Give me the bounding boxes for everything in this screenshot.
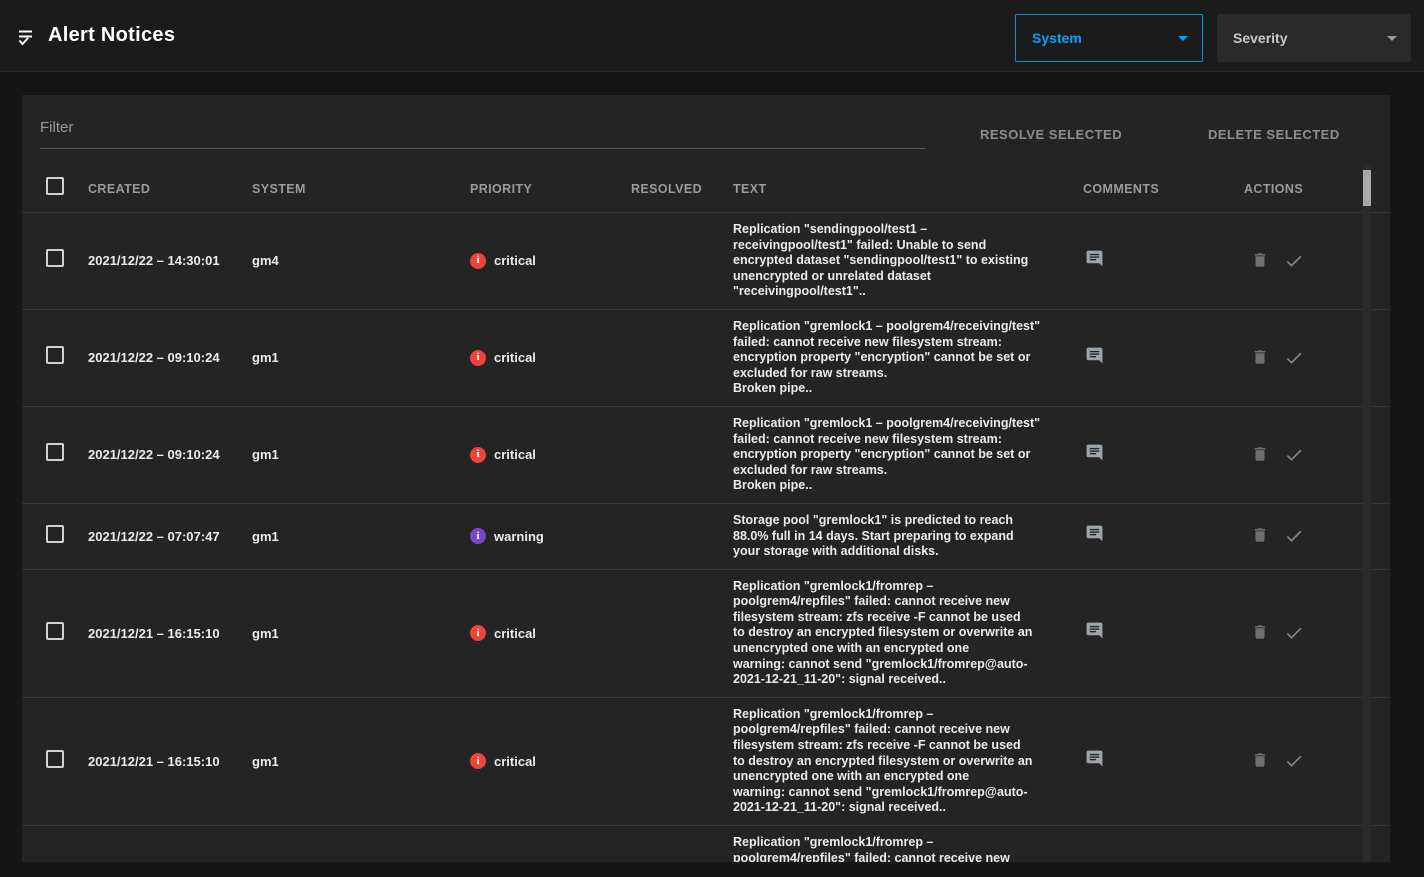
- cell-system: gm1: [252, 350, 279, 366]
- cell-created: 2021/12/22 – 09:10:24: [88, 350, 220, 366]
- alerts-card: RESOLVE SELECTED DELETE SELECTED CREATED…: [22, 95, 1390, 862]
- delete-icon[interactable]: [1251, 526, 1269, 546]
- delete-icon[interactable]: [1251, 348, 1269, 368]
- row-checkbox[interactable]: [46, 621, 64, 640]
- resolve-check-icon[interactable]: [1284, 445, 1304, 465]
- scrollbar-thumb[interactable]: [1363, 170, 1371, 206]
- header-resolved: RESOLVED: [631, 181, 703, 196]
- priority-label: critical: [494, 625, 536, 641]
- scrollbar-track: [1363, 165, 1371, 862]
- header-created: CREATED: [88, 181, 151, 196]
- delete-icon[interactable]: [1251, 251, 1269, 271]
- delete-selected-button[interactable]: DELETE SELECTED: [1208, 127, 1340, 142]
- cell-priority: critical: [470, 625, 631, 642]
- cell-system: gm1: [252, 528, 279, 544]
- table-row: 2021/12/21 – 16:15:10 gm1 critical Repli…: [22, 698, 1390, 826]
- chevron-down-icon: [1387, 35, 1397, 41]
- priority-info-icon: [470, 753, 486, 770]
- topbar: Alert Notices System Severity: [0, 0, 1424, 72]
- cell-text: Replication "gremlock1 – poolgrem4/recei…: [733, 415, 1041, 493]
- resolve-check-icon[interactable]: [1284, 623, 1304, 643]
- cell-text: Replication "gremlock1/fromrep – poolgre…: [733, 578, 1033, 687]
- header-comments: COMMENTS: [1083, 181, 1160, 196]
- header-text: TEXT: [733, 181, 767, 196]
- alert-list-icon: [16, 25, 40, 49]
- priority-label: warning: [494, 528, 544, 544]
- cell-text: Replication "gremlock1 – poolgrem4/recei…: [733, 318, 1041, 396]
- resolve-check-icon[interactable]: [1284, 251, 1304, 271]
- cell-created: 2021/12/21 – 16:15:10: [88, 753, 220, 769]
- page-title: Alert Notices: [48, 24, 176, 46]
- select-all-checkbox[interactable]: [46, 177, 64, 195]
- table-row: 2021/12/21 – 16:15:10 gm1 critical Repli…: [22, 826, 1390, 862]
- table-body: 2021/12/22 – 14:30:01 gm4 critical Repli…: [22, 213, 1390, 862]
- cell-priority: critical: [470, 753, 631, 770]
- delete-icon[interactable]: [1251, 751, 1269, 771]
- resolve-check-icon[interactable]: [1284, 526, 1304, 546]
- row-checkbox[interactable]: [46, 249, 64, 268]
- cell-priority: critical: [470, 349, 631, 366]
- resolve-check-icon[interactable]: [1284, 348, 1304, 368]
- cell-system: gm1: [252, 753, 279, 769]
- cell-system: gm1: [252, 625, 279, 641]
- filter-input[interactable]: [40, 113, 926, 149]
- priority-info-icon: [470, 252, 486, 269]
- cell-created: 2021/12/22 – 07:07:47: [88, 528, 220, 544]
- row-checkbox[interactable]: [46, 524, 64, 543]
- table-row: 2021/12/21 – 16:15:10 gm1 critical Repli…: [22, 570, 1390, 698]
- priority-label: critical: [494, 753, 536, 769]
- comment-icon[interactable]: [1085, 621, 1104, 640]
- priority-info-icon: [470, 446, 486, 463]
- comment-icon[interactable]: [1085, 443, 1104, 462]
- comment-icon[interactable]: [1085, 524, 1104, 543]
- row-checkbox[interactable]: [46, 443, 64, 462]
- cell-system: gm1: [252, 447, 279, 463]
- table-header-row: CREATED SYSTEM PRIORITY RESOLVED TEXT CO…: [22, 165, 1390, 213]
- system-filter-label: System: [1032, 30, 1082, 46]
- comment-icon[interactable]: [1085, 749, 1104, 768]
- chevron-down-icon: [1178, 35, 1188, 41]
- cell-created: 2021/12/22 – 09:10:24: [88, 447, 220, 463]
- table-row: 2021/12/22 – 09:10:24 gm1 critical Repli…: [22, 407, 1390, 504]
- priority-label: critical: [494, 253, 536, 269]
- header-priority: PRIORITY: [470, 181, 533, 196]
- delete-icon[interactable]: [1251, 623, 1269, 643]
- table-toolbar: RESOLVE SELECTED DELETE SELECTED: [22, 95, 1390, 165]
- priority-label: critical: [494, 447, 536, 463]
- cell-text: Replication "sendingpool/test1 – receivi…: [733, 222, 1029, 299]
- header-system: SYSTEM: [252, 181, 306, 196]
- row-checkbox[interactable]: [46, 346, 64, 365]
- cell-priority: critical: [470, 252, 631, 269]
- table-row: 2021/12/22 – 14:30:01 gm4 critical Repli…: [22, 213, 1390, 310]
- resolve-selected-button[interactable]: RESOLVE SELECTED: [980, 127, 1122, 142]
- delete-icon[interactable]: [1251, 445, 1269, 465]
- table-row: 2021/12/22 – 07:07:47 gm1 warning Storag…: [22, 504, 1390, 570]
- cell-priority: warning: [470, 528, 631, 545]
- severity-filter-dropdown[interactable]: Severity: [1217, 14, 1411, 62]
- cell-priority: critical: [470, 446, 631, 463]
- priority-info-icon: [470, 625, 486, 642]
- priority-info-icon: [470, 349, 486, 366]
- priority-label: critical: [494, 350, 536, 366]
- cell-created: 2021/12/21 – 16:15:10: [88, 625, 220, 641]
- cell-text: Replication "gremlock1/fromrep – poolgre…: [733, 706, 1033, 815]
- cell-text: Replication "gremlock1/fromrep – poolgre…: [733, 835, 1010, 862]
- cell-created: 2021/12/22 – 14:30:01: [88, 253, 220, 269]
- row-checkbox[interactable]: [46, 749, 64, 768]
- system-filter-dropdown[interactable]: System: [1015, 14, 1203, 62]
- priority-info-icon: [470, 528, 486, 545]
- cell-system: gm4: [252, 253, 279, 269]
- severity-filter-label: Severity: [1233, 30, 1288, 46]
- resolve-check-icon[interactable]: [1284, 751, 1304, 771]
- comment-icon[interactable]: [1085, 249, 1104, 268]
- table-row: 2021/12/22 – 09:10:24 gm1 critical Repli…: [22, 310, 1390, 407]
- comment-icon[interactable]: [1085, 346, 1104, 365]
- cell-text: Storage pool "gremlock1" is predicted to…: [733, 512, 1014, 559]
